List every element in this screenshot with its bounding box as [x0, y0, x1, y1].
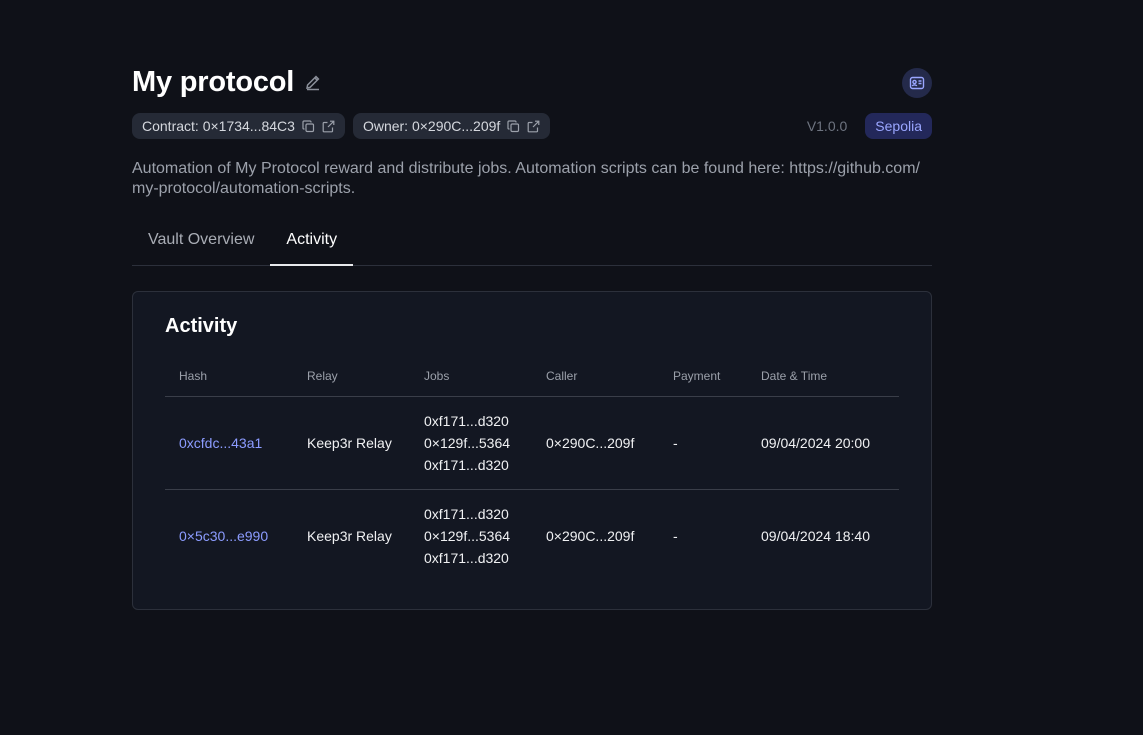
column-header-hash: Hash	[165, 356, 293, 397]
external-link-icon[interactable]	[527, 120, 540, 133]
job-address: 0×129f...5364	[424, 528, 511, 544]
owner-address: Owner: 0×290C...209f	[362, 118, 501, 134]
id-card-button[interactable]	[902, 68, 932, 98]
column-header-relay: Relay	[293, 356, 410, 397]
column-header-datetime: Date & Time	[747, 356, 899, 397]
datetime-cell: 09/04/2024 18:40	[761, 528, 870, 544]
job-address: 0xf171...d320	[424, 506, 509, 522]
table-row: 0×5c30...e990 Keep3r Relay 0xf171...d320…	[165, 490, 899, 583]
contract-chip: Contract: 0×1734...84C3	[132, 113, 345, 139]
tab-activity[interactable]: Activity	[270, 223, 354, 266]
copy-icon[interactable]	[302, 119, 315, 133]
protocol-header: My protocol Contract: 0×1734...84C3 Owne…	[132, 60, 932, 266]
protocol-description: Automation of My Protocol reward and dis…	[132, 160, 920, 197]
copy-icon[interactable]	[507, 119, 520, 133]
relay-cell: Keep3r Relay	[307, 528, 392, 544]
payment-cell: -	[673, 528, 678, 544]
caller-cell: 0×290C...209f	[532, 396, 659, 490]
table-header-row: Hash Relay Jobs Caller Payment Date & Ti…	[165, 356, 899, 397]
network-badge: Sepolia	[865, 113, 932, 139]
tab-vault-overview[interactable]: Vault Overview	[132, 223, 270, 265]
job-address: 0×129f...5364	[424, 435, 511, 451]
tab-bar: Vault Overview Activity	[132, 223, 932, 266]
column-header-payment: Payment	[659, 356, 747, 397]
owner-chip: Owner: 0×290C...209f	[352, 113, 551, 139]
activity-panel: Activity Hash Relay Jobs Caller Payment …	[132, 291, 932, 610]
pencil-icon[interactable]	[304, 73, 322, 91]
activity-table: Hash Relay Jobs Caller Payment Date & Ti…	[165, 356, 899, 582]
id-card-icon	[909, 75, 925, 91]
relay-cell: Keep3r Relay	[293, 396, 410, 490]
payment-cell: -	[659, 396, 747, 490]
tx-hash-link[interactable]: 0×5c30...e990	[165, 490, 293, 583]
version-label: V1.0.0	[806, 118, 848, 134]
table-row: 0xcfdc...43a1 Keep3r Relay 0xf171...d320…	[165, 396, 899, 490]
datetime-cell: 09/04/2024 20:00	[747, 396, 899, 490]
activity-title: Activity	[165, 315, 238, 337]
column-header-caller: Caller	[532, 356, 659, 397]
job-address: 0xf171...d320	[424, 457, 509, 473]
job-address: 0xf171...d320	[424, 413, 509, 429]
contract-address: Contract: 0×1734...84C3	[142, 118, 295, 134]
job-address: 0xf171...d320	[424, 550, 509, 566]
external-link-icon[interactable]	[322, 120, 335, 133]
jobs-cell: 0xf171...d320 0×129f...5364 0xf171...d32…	[410, 490, 532, 583]
caller-cell: 0×290C...209f	[546, 528, 635, 544]
jobs-cell: 0xf171...d320 0×129f...5364 0xf171...d32…	[410, 396, 532, 490]
column-header-jobs: Jobs	[410, 356, 532, 397]
tx-hash-link[interactable]: 0xcfdc...43a1	[165, 396, 293, 490]
page-title: My protocol	[132, 65, 295, 98]
